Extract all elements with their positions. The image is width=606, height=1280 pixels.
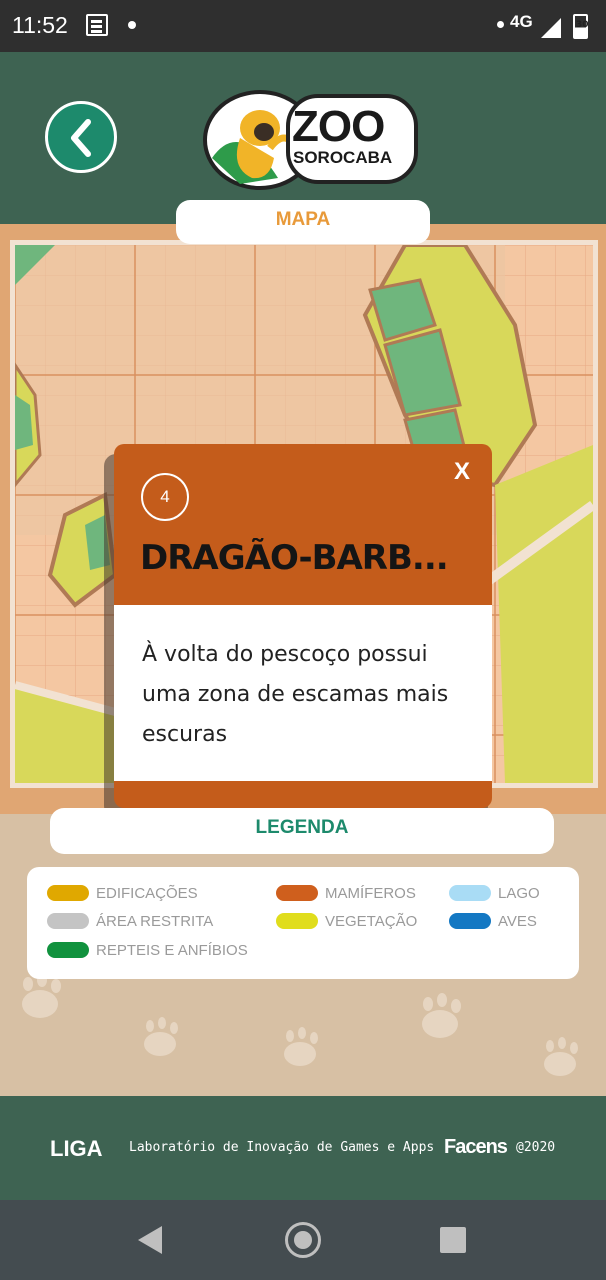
status-time: 11:52 <box>12 12 68 38</box>
legend-swatch <box>47 942 89 958</box>
system-nav-bar <box>0 1200 606 1280</box>
animal-number-badge: 4 <box>141 473 189 521</box>
legend-swatch <box>449 885 491 901</box>
nav-home-icon[interactable] <box>285 1222 321 1258</box>
app-header: ZOO SOROCABA <box>0 52 606 224</box>
legend-label: REPTEIS E ANFÍBIOS <box>96 942 248 959</box>
animal-title: DRAGÃO-BARB... <box>140 538 449 578</box>
legend-swatch <box>276 885 318 901</box>
legend-swatch <box>276 913 318 929</box>
news-notification-icon <box>86 14 108 36</box>
facens-logo: Facens <box>444 1136 508 1158</box>
nav-recents-icon[interactable] <box>440 1227 466 1253</box>
copyright-year: @2020 <box>516 1140 556 1155</box>
liga-logo: LIGA <box>50 1136 103 1161</box>
legend-card: EDIFICAÇÕES MAMÍFEROS LAGO ÁREA RESTRITA… <box>27 867 579 979</box>
legend-title: LEGENDA <box>50 808 554 854</box>
back-button[interactable] <box>45 101 117 173</box>
legend-label: AVES <box>498 913 537 930</box>
lab-text: Laboratório de Inovação de Games e Apps <box>129 1140 435 1155</box>
legend-swatch <box>47 913 89 929</box>
notification-dot-icon <box>128 21 136 29</box>
animal-description: À volta do pescoço possui uma zona de es… <box>142 642 449 747</box>
animal-info-modal: 4 X DRAGÃO-BARB... À volta do pescoço po… <box>114 444 492 808</box>
battery-level: 30 <box>576 20 589 30</box>
footer: LIGA Laboratório de Inovação de Games e … <box>0 1096 606 1200</box>
legend-swatch <box>47 885 89 901</box>
legend-label: EDIFICAÇÕES <box>96 885 198 902</box>
status-bar: 11:52 4G 30 <box>0 0 606 52</box>
network-type: 4G <box>510 12 533 31</box>
legend-label: VEGETAÇÃO <box>325 913 418 930</box>
legend-swatch <box>449 913 491 929</box>
legend-label: MAMÍFEROS <box>325 885 416 902</box>
chevron-left-icon <box>71 119 91 157</box>
section-title-mapa: MAPA <box>176 200 430 244</box>
signal-dot-icon <box>497 21 504 28</box>
modal-body: À volta do pescoço possui uma zona de es… <box>114 605 492 781</box>
logo-zoo-text: ZOO <box>292 102 385 151</box>
signal-icon <box>541 18 561 38</box>
legend-label: ÁREA RESTRITA <box>96 913 214 930</box>
legend-label: LAGO <box>498 885 540 902</box>
nav-back-icon[interactable] <box>138 1226 162 1254</box>
logo-sorocaba-text: SOROCABA <box>293 148 393 167</box>
close-button[interactable]: X <box>454 458 470 486</box>
